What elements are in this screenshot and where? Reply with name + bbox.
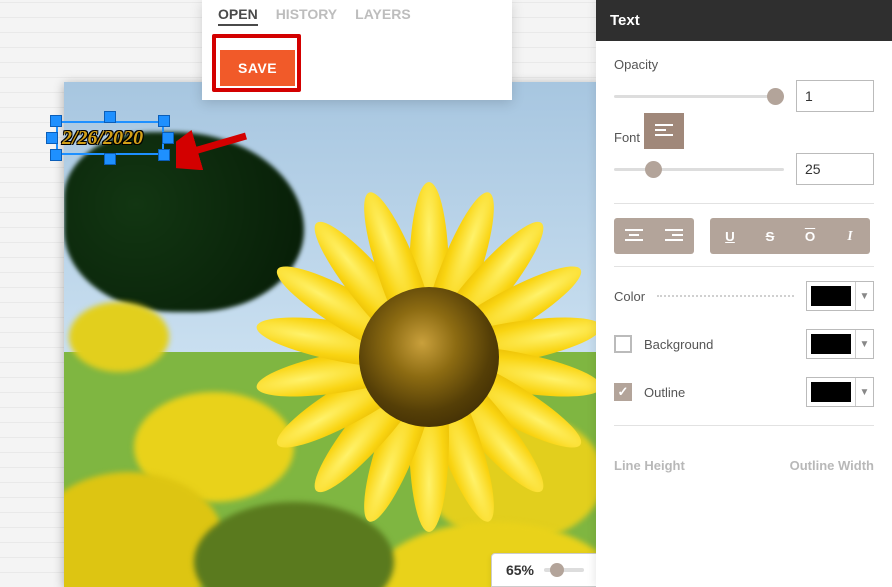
save-button[interactable]: SAVE [220,50,295,86]
opacity-label: Opacity [614,57,874,72]
background-label: Background [644,337,806,352]
background-color-picker[interactable]: ▼ [806,329,874,359]
background-checkbox[interactable] [614,335,632,353]
resize-handle[interactable] [158,149,170,161]
tab-open[interactable]: OPEN [218,6,258,26]
text-object-selection[interactable]: 2/26/2020 [48,113,172,163]
chevron-down-icon: ▼ [855,330,873,358]
flower-blob [69,302,169,372]
chevron-down-icon: ▼ [855,282,873,310]
panel-title: Text [596,0,892,41]
underline-button[interactable]: U [710,218,750,254]
dotted-line [657,295,794,297]
resize-handle[interactable] [50,149,62,161]
zoom-value: 65% [506,562,534,578]
resize-handle[interactable] [158,115,170,127]
main-menu: OPEN HISTORY LAYERS SAVE [202,0,512,100]
resize-handle[interactable] [46,132,58,144]
opacity-slider[interactable] [614,95,784,98]
tab-history[interactable]: HISTORY [276,6,337,26]
annotation-highlight: SAVE [212,34,301,92]
outline-label: Outline [644,385,806,400]
align-right-button[interactable] [654,218,694,254]
tab-layers[interactable]: LAYERS [355,6,411,26]
sunflower [244,172,599,542]
outline-checkbox[interactable] [614,383,632,401]
color-picker[interactable]: ▼ [806,281,874,311]
outline-color-picker[interactable]: ▼ [806,377,874,407]
resize-handle[interactable] [104,111,116,123]
text-panel: Text Opacity Font Size U [596,0,892,587]
resize-handle[interactable] [162,132,174,144]
annotation-arrow-icon [176,130,256,170]
opacity-input[interactable] [796,80,874,112]
zoom-control[interactable]: 65% [491,553,599,587]
align-center-button[interactable] [614,218,654,254]
resize-handle[interactable] [50,115,62,127]
outlinewidth-label: Outline Width [790,458,874,473]
overline-button[interactable]: O [790,218,830,254]
canvas-text[interactable]: 2/26/2020 [62,127,143,150]
fontsize-slider[interactable] [614,168,784,171]
divider [614,266,874,267]
align-group [614,218,694,254]
chevron-down-icon: ▼ [855,378,873,406]
fontsize-input[interactable] [796,153,874,185]
italic-button[interactable]: I [830,218,870,254]
color-label: Color [614,289,645,304]
menu-tabs: OPEN HISTORY LAYERS [212,6,502,26]
resize-handle[interactable] [104,153,116,165]
strikethrough-button[interactable]: S [750,218,790,254]
zoom-slider[interactable] [544,568,584,572]
divider [614,425,874,426]
divider [614,203,874,204]
lineheight-label: Line Height [614,458,685,473]
style-group: U S O I [710,218,870,254]
